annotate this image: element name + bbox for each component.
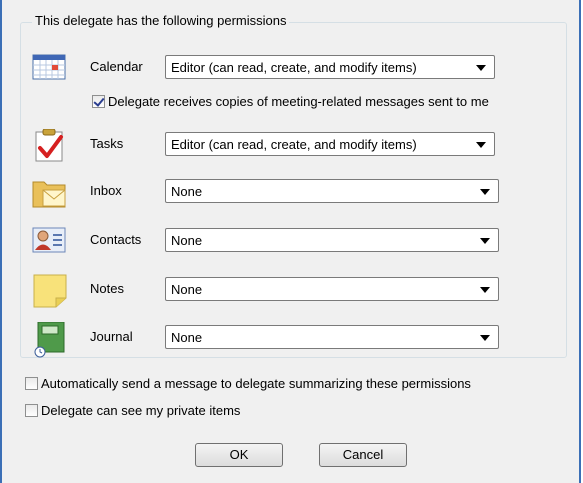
inbox-permission-select[interactable]: None [165, 179, 499, 203]
chevron-down-icon [480, 287, 490, 293]
journal-label: Journal [90, 329, 133, 344]
group-title: This delegate has the following permissi… [32, 13, 290, 28]
checkbox-unchecked-icon [25, 404, 38, 417]
cancel-button[interactable]: Cancel [319, 443, 407, 467]
inbox-row: Inbox None [2, 176, 583, 208]
calendar-icon [32, 52, 68, 84]
private-items-checkbox[interactable]: Delegate can see my private items [25, 403, 240, 418]
journal-icon [32, 321, 68, 358]
chevron-down-icon [476, 142, 486, 148]
journal-permission-select[interactable]: None [165, 325, 499, 349]
auto-send-summary-checkbox[interactable]: Automatically send a message to delegate… [25, 376, 471, 391]
tasks-row: Tasks Editor (can read, create, and modi… [2, 128, 583, 162]
notes-icon [32, 274, 68, 308]
tasks-label: Tasks [90, 136, 124, 151]
meeting-copies-checkbox[interactable]: Delegate receives copies of meeting-rela… [92, 94, 489, 109]
contacts-row: Contacts None [2, 225, 583, 255]
chevron-down-icon [476, 65, 486, 71]
contacts-icon [32, 225, 68, 257]
notes-row: Notes None [2, 274, 583, 308]
chevron-down-icon [480, 335, 490, 341]
journal-row: Journal None [2, 321, 583, 358]
chevron-down-icon [480, 238, 490, 244]
contacts-label: Contacts [90, 232, 142, 247]
contacts-permission-select[interactable]: None [165, 228, 499, 252]
permissions-dialog: This delegate has the following permissi… [0, 0, 581, 483]
checkbox-checked-icon [92, 95, 105, 108]
calendar-label: Calendar [90, 59, 143, 74]
inbox-icon [32, 176, 68, 208]
chevron-down-icon [480, 189, 490, 195]
calendar-permission-select[interactable]: Editor (can read, create, and modify ite… [165, 55, 495, 79]
tasks-icon [32, 128, 68, 162]
calendar-row: Calendar Editor (can read, create, and m… [2, 52, 583, 82]
tasks-permission-select[interactable]: Editor (can read, create, and modify ite… [165, 132, 495, 156]
inbox-label: Inbox [90, 183, 122, 198]
notes-label: Notes [90, 281, 124, 296]
checkbox-unchecked-icon [25, 377, 38, 390]
notes-permission-select[interactable]: None [165, 277, 499, 301]
ok-button[interactable]: OK [195, 443, 283, 467]
